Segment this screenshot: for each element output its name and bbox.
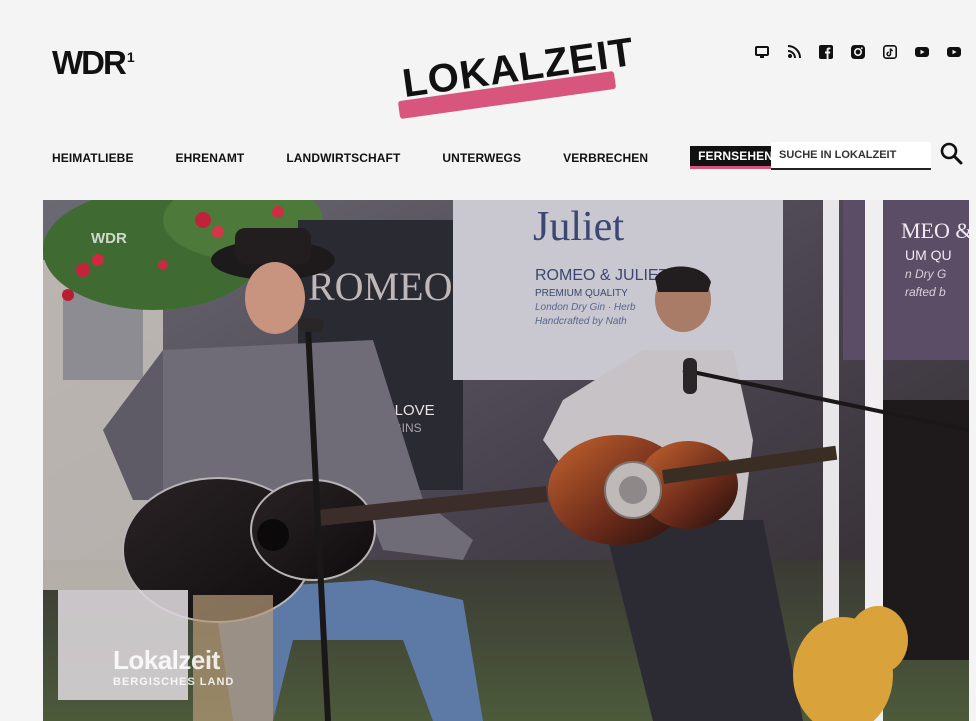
search-button[interactable] (938, 140, 966, 168)
svg-text:London Dry Gin · Herb: London Dry Gin · Herb (535, 302, 636, 313)
youtube-icon[interactable] (914, 44, 930, 60)
svg-text:Juliet: Juliet (533, 204, 624, 250)
nav-item-fernsehen[interactable]: FERNSEHEN (690, 146, 782, 169)
tv-icon[interactable] (754, 44, 770, 60)
nav-item-ehrenamt[interactable]: EHRENAMT (176, 151, 245, 165)
svg-text:PREMIUM QUALITY: PREMIUM QUALITY (535, 288, 628, 299)
search-input[interactable] (771, 142, 937, 168)
main-nav: HEIMATLIEBE EHRENAMT LANDWIRTSCHAFT UNTE… (52, 146, 813, 169)
svg-text:n Dry G: n Dry G (905, 267, 946, 281)
hero-scene: ROMEO ONE LOVE TWO GINS Juliet ROMEO & J… (43, 200, 969, 721)
search-field (771, 142, 937, 170)
svg-text:MEO &: MEO & (901, 218, 969, 243)
wdr-logo[interactable]: WDR 1 (52, 44, 135, 82)
nav-item-heimatliebe[interactable]: HEIMATLIEBE (52, 151, 134, 165)
overlay-lokalzeit-logo: Lokalzeit BERGISCHES LAND (113, 645, 234, 688)
romeo-banner-text: ROMEO (308, 264, 452, 309)
overlay-wdr-logo: WDR (91, 230, 127, 247)
lokalzeit-logo[interactable]: LOKALZEIT (397, 30, 637, 122)
hero-video-thumbnail[interactable]: ROMEO ONE LOVE TWO GINS Juliet ROMEO & J… (43, 200, 969, 721)
wdr-logo-text: WDR (52, 44, 127, 81)
nav-item-landwirtschaft[interactable]: LANDWIRTSCHAFT (286, 151, 400, 165)
overlay-title: Lokalzeit (113, 645, 220, 675)
overlay-subtitle: BERGISCHES LAND (113, 676, 235, 688)
instagram-icon[interactable] (850, 44, 866, 60)
nav-item-unterwegs[interactable]: UNTERWEGS (442, 151, 521, 165)
site-header: WDR1 LOKALZEIT HEIMATLIEBE EHRENAMT LAN (0, 0, 976, 200)
wdr-logo-mark: 1 (126, 49, 135, 65)
youtube-icon[interactable] (946, 44, 962, 60)
svg-text:UM QU: UM QU (905, 247, 952, 263)
svg-text:ROMEO & JULIET: ROMEO & JULIET (535, 267, 669, 284)
tiktok-icon[interactable] (882, 44, 898, 60)
search-icon (940, 142, 963, 165)
svg-text:rafted b: rafted b (905, 285, 946, 299)
right-banner: MEO & UM QU n Dry G rafted b (843, 200, 969, 360)
nav-item-verbrechen[interactable]: VERBRECHEN (563, 151, 648, 165)
rss-icon[interactable] (786, 44, 802, 60)
svg-text:Handcrafted by Nath: Handcrafted by Nath (535, 316, 627, 327)
facebook-icon[interactable] (818, 44, 834, 60)
social-links (754, 44, 962, 60)
